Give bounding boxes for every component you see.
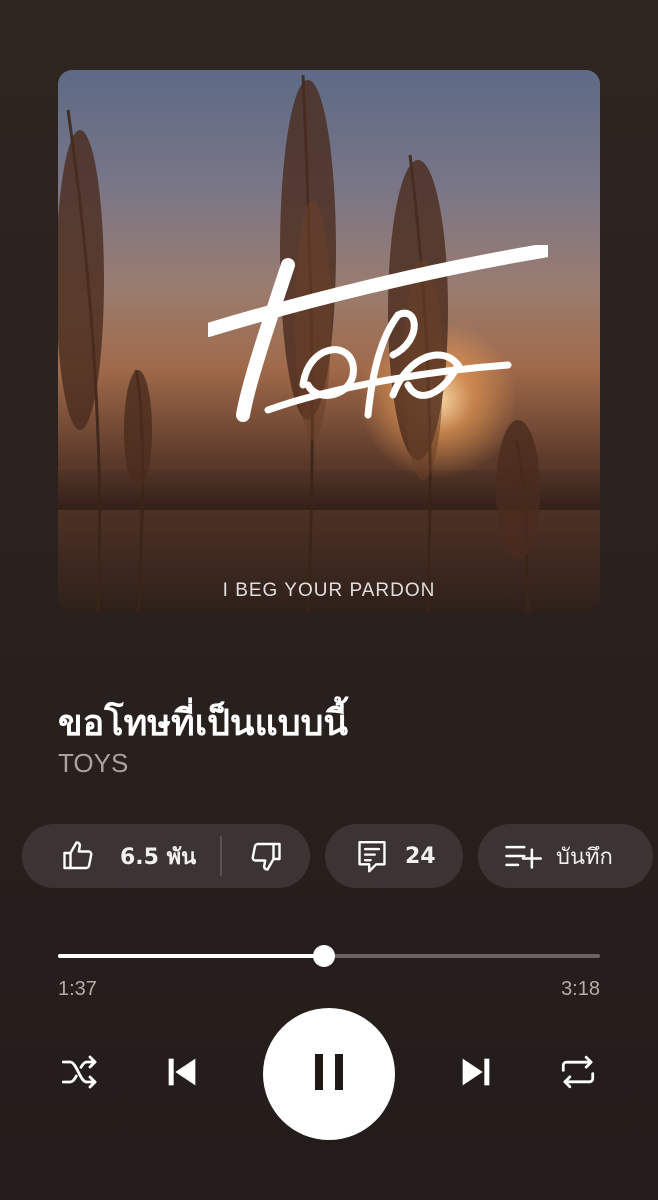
like-dislike-pill: 6.5 พัน xyxy=(22,824,310,888)
save-label: บันทึก xyxy=(556,844,613,870)
like-button[interactable]: 6.5 พัน xyxy=(22,824,196,888)
comment-count: 24 xyxy=(405,843,436,869)
repeat-button[interactable] xyxy=(556,1054,600,1094)
toys-logo xyxy=(208,245,548,422)
pause-icon xyxy=(309,1050,349,1099)
song-artist[interactable]: TOYS xyxy=(58,748,128,779)
progress-fill xyxy=(58,954,324,958)
skip-next-icon xyxy=(456,1052,496,1097)
thumbs-down-icon xyxy=(248,838,284,874)
thumbs-up-icon xyxy=(60,838,96,874)
total-time: 3:18 xyxy=(561,978,600,1000)
shuffle-button[interactable] xyxy=(58,1054,102,1094)
next-button[interactable] xyxy=(454,1052,498,1096)
comments-button[interactable]: 24 xyxy=(325,824,463,888)
song-title: ขอโทษที่เป็นแบบนี้ xyxy=(58,703,349,744)
playlist-add-icon xyxy=(504,841,542,871)
repeat-icon xyxy=(558,1054,598,1095)
skip-previous-icon xyxy=(162,1052,202,1097)
progress-bar[interactable] xyxy=(58,945,600,967)
album-art-caption: I BEG YOUR PARDON xyxy=(222,580,436,601)
pause-button[interactable] xyxy=(263,1008,395,1140)
elapsed-time: 1:37 xyxy=(58,978,97,1000)
progress-thumb[interactable] xyxy=(312,945,335,967)
comment-icon xyxy=(355,838,389,874)
shuffle-icon xyxy=(60,1055,100,1094)
album-art: I BEG YOUR PARDON xyxy=(58,70,600,612)
save-button[interactable]: บันทึก xyxy=(478,824,653,888)
dislike-button[interactable] xyxy=(222,824,284,888)
previous-button[interactable] xyxy=(160,1052,204,1096)
like-count: 6.5 พัน xyxy=(120,844,197,870)
